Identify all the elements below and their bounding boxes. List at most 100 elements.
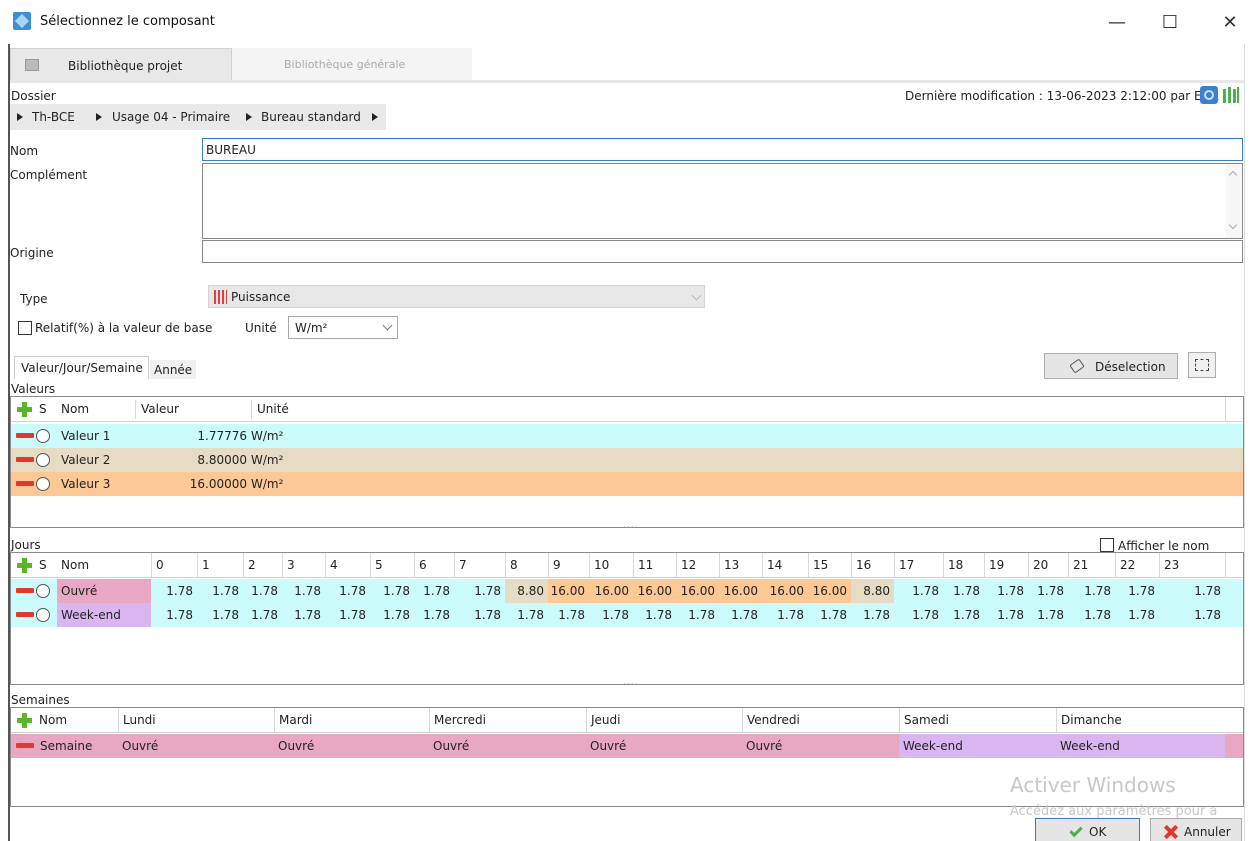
hour-cell[interactable]: 1.78 <box>1028 603 1068 627</box>
hour-cell[interactable]: 1.78 <box>943 579 984 603</box>
hour-cell[interactable]: 1.78 <box>325 579 370 603</box>
select-radio[interactable] <box>36 453 50 467</box>
table-row[interactable]: Valeur 3 16.00000 W/m² <box>11 472 1243 496</box>
hour-cell[interactable]: 1.78 <box>505 603 548 627</box>
table-row[interactable]: Valeur 1 1.77776 W/m² <box>11 424 1243 448</box>
hour-cell[interactable]: 1.78 <box>1159 603 1225 627</box>
complement-textarea[interactable] <box>202 163 1243 239</box>
table-row[interactable]: Ouvré 1.78 1.78 1.78 1.78 1.78 1.78 1.78 1.78 8.… <box>11 579 1243 603</box>
hour-cell[interactable]: 1.78 <box>676 603 719 627</box>
hour-cell[interactable]: 1.78 <box>1028 579 1068 603</box>
close-button[interactable]: ✕ <box>1207 8 1253 38</box>
hour-cell[interactable]: 1.78 <box>243 603 282 627</box>
scroll-down-icon[interactable] <box>1228 220 1238 230</box>
hour-cell[interactable]: 1.78 <box>370 579 414 603</box>
tab-valeur-jour-semaine[interactable]: Valeur/Jour/Semaine <box>14 356 149 379</box>
select-radio[interactable] <box>36 584 50 598</box>
hour-cell[interactable]: 1.78 <box>1115 579 1159 603</box>
hour-cell[interactable]: 1.78 <box>243 579 282 603</box>
breadcrumb-item[interactable]: Th-BCE <box>32 110 75 124</box>
remove-icon[interactable] <box>16 588 34 593</box>
table-row[interactable]: Week-end 1.78 1.78 1.78 1.78 1.78 1.78 1.78 1.7… <box>11 603 1243 627</box>
table-row[interactable]: Valeur 2 8.80000 W/m² <box>11 448 1243 472</box>
tab-annee[interactable]: Année <box>150 360 196 379</box>
hour-cell[interactable]: 16.00 <box>719 579 762 603</box>
fit-view-button[interactable] <box>1188 352 1216 378</box>
hour-cell[interactable]: 1.78 <box>1068 603 1115 627</box>
hour-cell[interactable]: 1.78 <box>633 603 676 627</box>
ok-button[interactable]: OK <box>1035 818 1140 841</box>
hour-cell[interactable]: 1.78 <box>197 603 243 627</box>
nom-input[interactable]: BUREAU <box>202 138 1243 161</box>
remove-icon[interactable] <box>16 433 34 438</box>
week-day-cell[interactable]: Ouvré <box>429 734 586 758</box>
relatif-checkbox[interactable] <box>18 321 32 335</box>
splitter-handle[interactable]: ···· <box>623 680 638 690</box>
remove-icon[interactable] <box>16 612 34 617</box>
hour-cell[interactable]: 1.78 <box>414 579 454 603</box>
hour-cell[interactable]: 1.78 <box>548 603 589 627</box>
select-radio[interactable] <box>36 608 50 622</box>
remove-icon[interactable] <box>16 743 34 748</box>
afficher-nom-checkbox[interactable] <box>1100 538 1114 552</box>
hour-cell[interactable]: 16.00 <box>548 579 589 603</box>
hour-cell[interactable]: 1.78 <box>325 603 370 627</box>
table-row[interactable]: Semaine Ouvré Ouvré Ouvré Ouvré Ouvré Week-en… <box>11 734 1243 758</box>
hour-cell[interactable]: 16.00 <box>676 579 719 603</box>
hour-cell[interactable]: 1.78 <box>414 603 454 627</box>
hour-cell[interactable]: 16.00 <box>589 579 633 603</box>
hour-cell[interactable]: 1.78 <box>282 579 325 603</box>
hour-cell[interactable]: 1.78 <box>197 579 243 603</box>
hour-cell[interactable]: 1.78 <box>454 579 505 603</box>
hour-cell[interactable]: 1.78 <box>894 579 943 603</box>
hour-cell[interactable]: 1.78 <box>282 603 325 627</box>
select-radio[interactable] <box>36 477 50 491</box>
add-icon[interactable] <box>16 712 32 728</box>
origine-input[interactable] <box>202 240 1243 263</box>
library-books-icon[interactable] <box>1222 86 1240 104</box>
scrollbar[interactable] <box>1226 164 1242 238</box>
hour-cell[interactable]: 1.78 <box>151 603 197 627</box>
week-day-cell[interactable]: Ouvré <box>586 734 742 758</box>
hour-cell[interactable]: 16.00 <box>762 579 808 603</box>
splitter-handle[interactable]: ···· <box>623 523 638 533</box>
week-day-cell[interactable]: Week-end <box>1056 734 1225 758</box>
remove-icon[interactable] <box>16 481 34 486</box>
hour-cell[interactable]: 1.78 <box>762 603 808 627</box>
unite-select[interactable]: W/m² <box>288 316 398 339</box>
add-icon[interactable] <box>16 557 32 573</box>
scroll-up-icon[interactable] <box>1228 170 1238 180</box>
hour-cell[interactable]: 1.78 <box>894 603 943 627</box>
hour-cell[interactable]: 1.78 <box>1068 579 1115 603</box>
tab-bibliotheque-projet[interactable]: Bibliothèque projet <box>10 48 232 80</box>
hour-cell[interactable]: 1.78 <box>943 603 984 627</box>
maximize-button[interactable]: ☐ <box>1147 8 1193 38</box>
annuler-button[interactable]: Annuler <box>1150 818 1242 841</box>
hour-cell[interactable]: 1.78 <box>1159 579 1225 603</box>
breadcrumb-arrow-icon[interactable] <box>372 113 378 121</box>
hour-cell[interactable]: 1.78 <box>808 603 851 627</box>
select-radio[interactable] <box>36 429 50 443</box>
type-select[interactable]: Puissance <box>208 285 705 308</box>
week-day-cell[interactable]: Ouvré <box>118 734 274 758</box>
hour-cell[interactable]: 1.78 <box>370 603 414 627</box>
hour-cell[interactable]: 16.00 <box>633 579 676 603</box>
hour-cell[interactable]: 16.00 <box>808 579 851 603</box>
hour-cell[interactable]: 1.78 <box>984 603 1028 627</box>
hour-cell[interactable]: 1.78 <box>851 603 894 627</box>
hour-cell[interactable]: 8.80 <box>851 579 894 603</box>
deselection-button[interactable]: Déselection <box>1044 353 1178 379</box>
hour-cell[interactable]: 1.78 <box>151 579 197 603</box>
hour-cell[interactable]: 1.78 <box>454 603 505 627</box>
hour-cell[interactable]: 1.78 <box>589 603 633 627</box>
week-day-cell[interactable]: Ouvré <box>742 734 899 758</box>
refresh-icon[interactable] <box>1200 86 1218 104</box>
minimize-button[interactable]: — <box>1094 8 1140 38</box>
tab-bibliotheque-generale[interactable]: Bibliothèque générale <box>232 48 472 80</box>
week-day-cell[interactable]: Ouvré <box>274 734 429 758</box>
breadcrumb-item[interactable]: Bureau standard <box>261 110 361 124</box>
add-icon[interactable] <box>16 401 32 417</box>
week-day-cell[interactable]: Week-end <box>899 734 1056 758</box>
hour-cell[interactable]: 1.78 <box>719 603 762 627</box>
hour-cell[interactable]: 1.78 <box>1115 603 1159 627</box>
